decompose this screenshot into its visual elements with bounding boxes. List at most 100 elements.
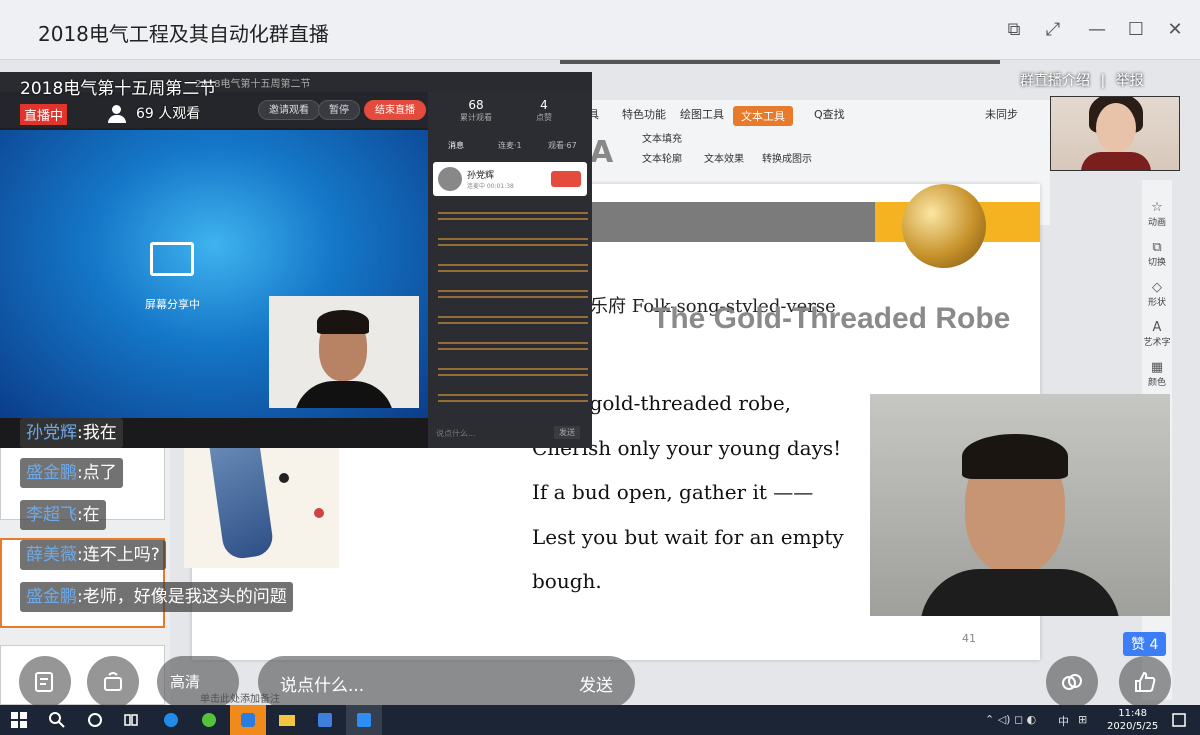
cortana-icon[interactable] (86, 711, 104, 729)
chat-username: 李超飞 (26, 505, 77, 525)
camera-person-body (920, 569, 1120, 616)
chat-message-list (438, 208, 588, 408)
transition-tool[interactable]: ⧉ 切换 (1142, 240, 1172, 268)
chat-message: 薛美薇:连不上吗? (20, 540, 166, 570)
ribbon-tab[interactable]: Q查找 (814, 106, 845, 122)
tab-messages[interactable]: 消息 (448, 140, 464, 151)
invite-button[interactable]: 邀请观看 (258, 100, 320, 120)
chat-message: 盛金鹏:点了 (20, 458, 123, 488)
tab-viewers[interactable]: 观看·67 (548, 140, 577, 151)
thumbs-up-icon (1135, 671, 1156, 692)
mic-user-card[interactable]: 孙党辉 连麦中 00:01:38 (433, 162, 587, 196)
share-screen-icon (150, 242, 194, 276)
palette-icon: ▦ (1150, 360, 1164, 375)
quality-label: 高清 (170, 673, 201, 691)
pause-button[interactable]: 暂停 (318, 100, 360, 120)
painting-seal (314, 508, 324, 518)
pip-icon[interactable]: ⧉ (1002, 18, 1026, 42)
group-intro-link[interactable]: 群直播介绍 (1020, 73, 1090, 89)
report-link[interactable]: 举报 (1116, 73, 1144, 89)
folder-icon[interactable] (278, 711, 296, 729)
windows-start-icon[interactable] (10, 711, 28, 729)
camera-person-hair (962, 434, 1068, 479)
ribbon-item[interactable]: 文本填充 (642, 130, 682, 145)
ribbon-tab[interactable]: 绘图工具 (680, 106, 724, 122)
poem-line: If a bud open, gather it —— (532, 480, 814, 504)
like-count-badge: 赞 4 (1123, 632, 1167, 656)
mic-user-status: 连麦中 00:01:38 (467, 183, 514, 190)
sidebar-input[interactable]: 说点什么... (436, 428, 476, 439)
send-button[interactable]: 发送 (579, 671, 613, 696)
windows-taskbar: ⌃ ◁) ◻ ◐ 中 ⊞ 11:48 2020/5/25 (0, 705, 1200, 735)
rotate-button[interactable] (87, 656, 139, 708)
slide-headline: The Gold-Threaded Robe (652, 302, 1011, 335)
people-icon (108, 105, 130, 123)
chat-input[interactable]: 说点什么... 发送 (258, 656, 635, 708)
task-view-icon[interactable] (122, 711, 140, 729)
chat-username: 薛美薇 (26, 545, 77, 565)
wps-icon[interactable] (316, 711, 334, 729)
link-icon (1062, 674, 1082, 690)
chat-username: 孙党辉 (26, 423, 77, 443)
like-button[interactable] (1119, 656, 1171, 708)
avatar (438, 167, 462, 191)
chat-username: 盛金鹏 (26, 463, 77, 483)
chat-message: 孙党辉:我在 (20, 418, 123, 448)
poem-line: bough. (532, 569, 602, 593)
student-camera[interactable] (870, 394, 1170, 616)
sharing-label: 屏幕分享中 (145, 298, 200, 311)
live-title: 2018电气第十五周第二节 (20, 79, 217, 99)
shape-tool[interactable]: ◇ 形状 (1142, 280, 1172, 308)
keyboard-icon[interactable]: ⊞ (1078, 713, 1087, 726)
live-badge: 直播中 (20, 104, 68, 125)
ribbon-tab-active[interactable]: 文本工具 (733, 106, 793, 126)
chat-input-placeholder: 说点什么... (280, 676, 365, 696)
search-icon[interactable] (48, 711, 66, 729)
transition-icon: ⧉ (1152, 240, 1162, 255)
divider (560, 60, 1000, 64)
wordart-icon: A (1152, 320, 1162, 335)
window-title: 2018电气工程及其自动化群直播 (38, 22, 329, 46)
ribbon-item[interactable]: 转换成图示 (762, 150, 812, 165)
total-views-stat: 68 累计观看 (460, 98, 492, 122)
tab-mic[interactable]: 连麦·1 (498, 140, 522, 151)
window-titlebar: 2018电气工程及其自动化群直播 ⧉ ⤢ — ☐ ✕ (0, 0, 1200, 60)
poem-line: Lest you but wait for an empty (532, 524, 844, 549)
sidebar-send-button[interactable]: 发送 (554, 426, 580, 439)
ime-indicator[interactable]: 中 (1058, 713, 1069, 729)
rotate-screen-icon (104, 672, 122, 691)
share-link-button[interactable] (1046, 656, 1098, 708)
ribbon-tab[interactable]: 特色功能 (622, 106, 666, 122)
tray-icons[interactable]: ⌃ ◁) ◻ ◐ (985, 713, 1036, 726)
sidebar-tabs: 消息 连麦·1 观看·67 (428, 134, 592, 156)
browser-360-icon[interactable] (200, 711, 218, 729)
qq-live-icon (357, 713, 371, 727)
close-button[interactable]: ✕ (1163, 18, 1187, 42)
end-live-button[interactable]: 结束直播 (364, 100, 426, 120)
sync-status[interactable]: 未同步 (985, 106, 1018, 122)
notification-icon[interactable] (1170, 711, 1188, 729)
notes-icon (35, 672, 53, 692)
animation-tool[interactable]: ☆ 动画 (1142, 200, 1172, 228)
page-number: 41 (962, 632, 976, 645)
camera-person-hair (317, 310, 369, 334)
wordart-tool[interactable]: A 艺术字 (1142, 320, 1172, 348)
star-icon: ☆ (1151, 200, 1163, 215)
teacher-camera[interactable] (1050, 96, 1180, 171)
expand-icon[interactable]: ⤢ (1041, 18, 1065, 42)
camera-person-shirt (1081, 152, 1151, 170)
minimize-button[interactable]: — (1085, 18, 1109, 42)
quality-selector[interactable]: 高清 (157, 656, 239, 708)
maximize-button[interactable]: ☐ (1124, 18, 1148, 42)
edge-browser-icon[interactable] (162, 711, 180, 729)
notes-button[interactable] (19, 656, 71, 708)
ribbon-item[interactable]: 文本轮廓 (642, 150, 682, 165)
color-tool[interactable]: ▦ 颜色 (1142, 360, 1172, 388)
ribbon-item[interactable]: 文本效果 (704, 150, 744, 165)
clock[interactable]: 11:48 2020/5/25 (1107, 707, 1158, 733)
text-a-icon: A (590, 135, 614, 170)
group-intro-links: 群直播介绍 | 举报 (1020, 70, 1144, 90)
viewer-count: 69 人观看 (108, 103, 200, 123)
hangup-button[interactable] (551, 171, 581, 187)
chat-message: 李超飞:在 (20, 500, 106, 530)
